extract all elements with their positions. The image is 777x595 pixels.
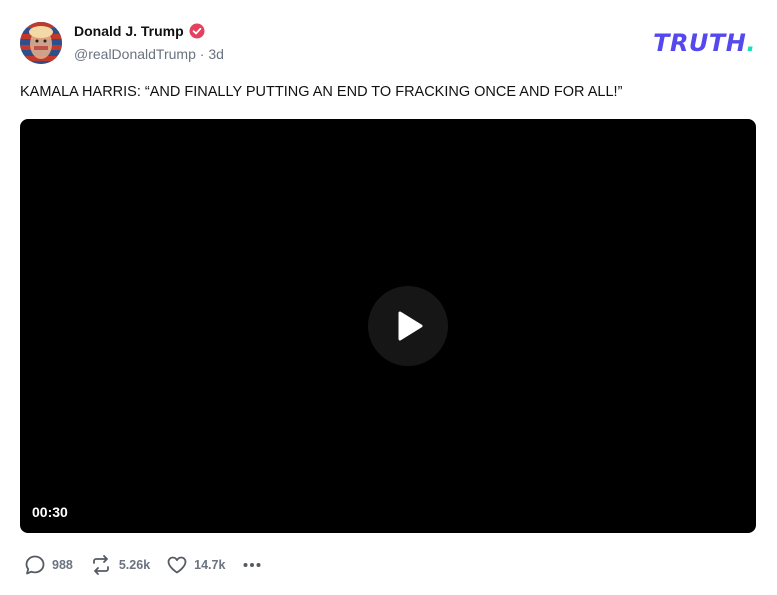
video-player[interactable]: 00:30 — [20, 119, 756, 533]
retruth-button[interactable]: 5.26k — [89, 554, 150, 576]
heart-icon — [167, 556, 187, 574]
author-name[interactable]: Donald J. Trump — [74, 23, 205, 39]
reply-button[interactable]: 988 — [24, 554, 73, 576]
post-actions: 988 5.26k 14.7k — [24, 553, 279, 577]
retruth-count: 5.26k — [118, 558, 151, 572]
verified-badge-icon — [189, 23, 205, 39]
logo-text: TRUTH — [653, 29, 747, 57]
logo-dot: . — [746, 29, 756, 57]
comment-icon — [25, 555, 45, 575]
author-meta: @realDonaldTrump · 3d — [74, 46, 224, 62]
post-text: KAMALA HARRIS: “AND FINALLY PUTTING AN E… — [20, 84, 623, 100]
more-icon — [243, 563, 261, 567]
play-button[interactable] — [368, 286, 448, 366]
author-handle[interactable]: @realDonaldTrump — [74, 46, 196, 62]
post-time[interactable]: 3d — [208, 46, 224, 62]
author-name-text[interactable]: Donald J. Trump — [74, 23, 184, 39]
reply-count: 988 — [52, 558, 73, 572]
meta-separator: · — [199, 46, 205, 62]
video-duration: 00:30 — [32, 504, 68, 520]
retruth-icon — [92, 555, 109, 575]
like-count: 14.7k — [194, 558, 226, 572]
like-button[interactable]: 14.7k — [166, 554, 225, 576]
truth-post: Donald J. Trump @realDonaldTrump · 3d TR… — [0, 0, 777, 595]
truth-logo[interactable]: TRUTH. — [653, 29, 756, 57]
more-options-button[interactable] — [241, 554, 263, 576]
play-icon — [398, 311, 423, 341]
avatar-image — [20, 22, 62, 64]
avatar[interactable] — [20, 22, 62, 64]
